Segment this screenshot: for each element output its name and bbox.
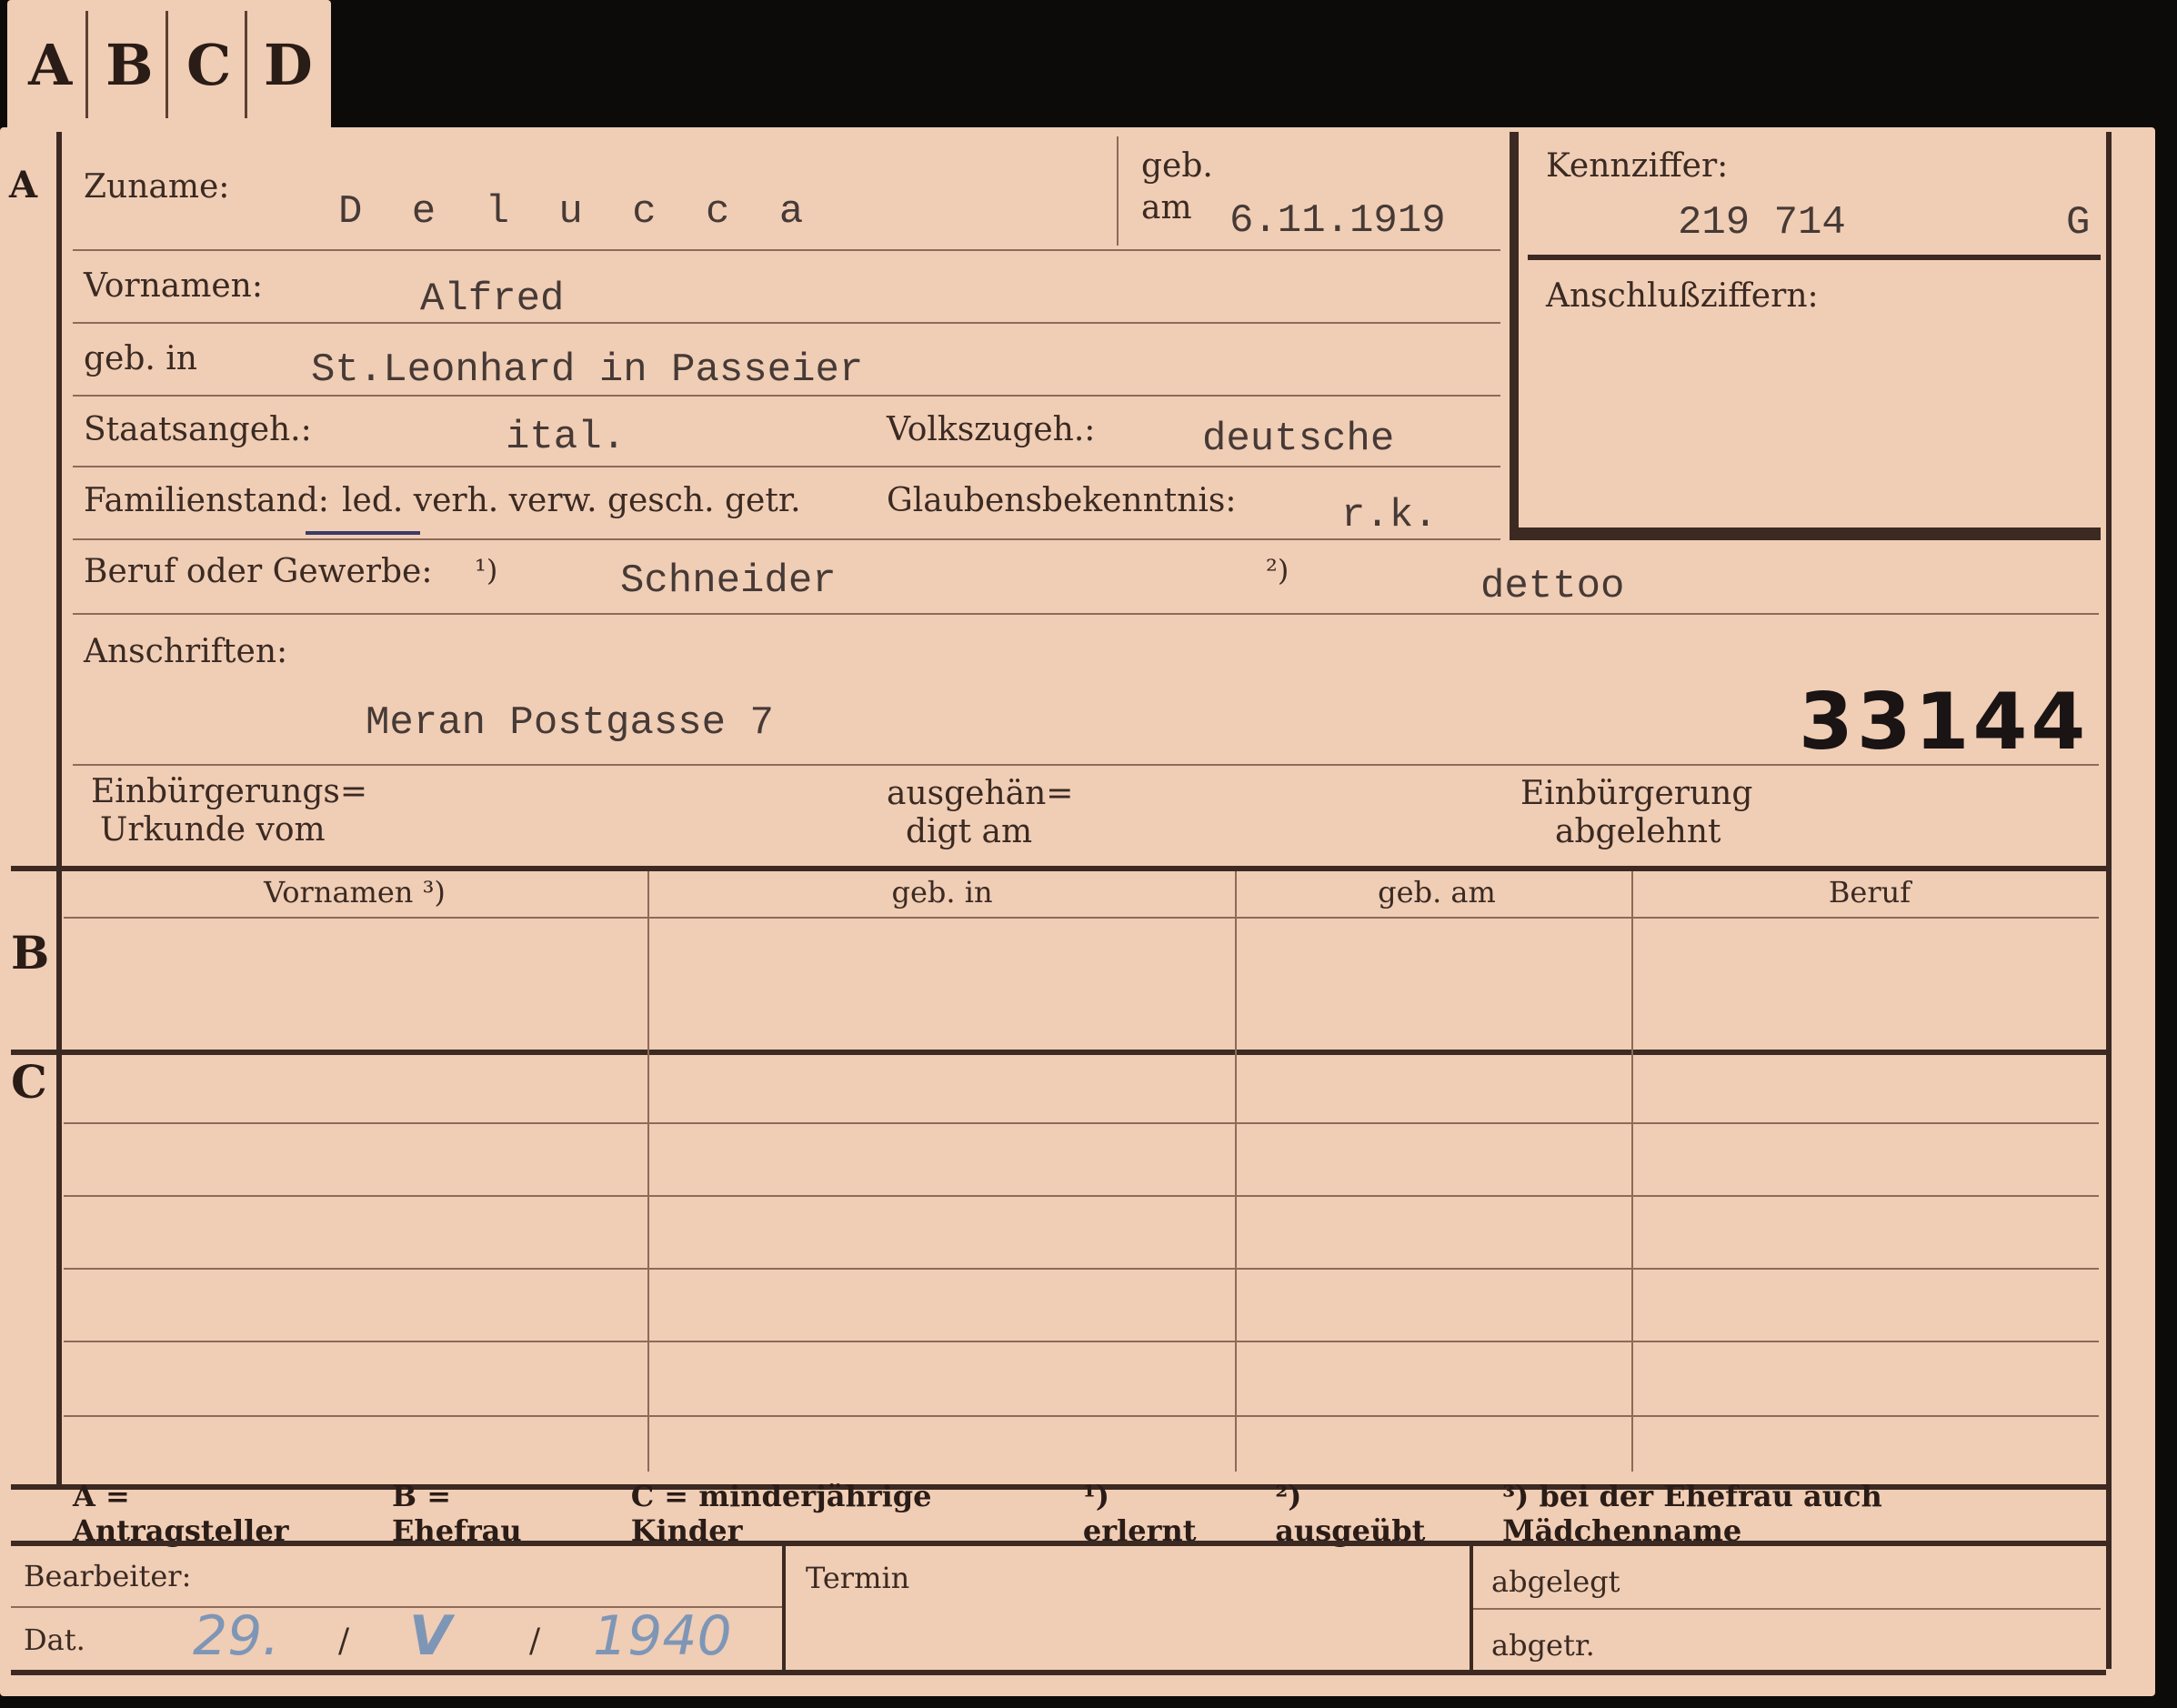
footer-bottom-rule (11, 1670, 2106, 1675)
vornamen-label: Vornamen: (84, 267, 263, 305)
legend-a: A = Antragsteller (73, 1479, 289, 1548)
glauben-label: Glaubensbekenntnis: (887, 482, 1237, 519)
bearbeiter-label: Bearbeiter: (24, 1559, 192, 1593)
c-row-3 (64, 1268, 2099, 1270)
beruf-note-1: ¹) (475, 553, 498, 588)
c-row-1 (64, 1122, 2099, 1124)
tab-a: A (15, 11, 89, 118)
section-c-marker: C (11, 1055, 47, 1109)
zuname-underline (73, 249, 1500, 251)
vornamen-underline (73, 322, 1500, 324)
anschrift-value: Meran Postgasse 7 (366, 700, 774, 746)
tab-c: C (174, 11, 247, 118)
beruf-note-2: ²) (1266, 553, 1289, 588)
abgetr-label: abgetr. (1491, 1628, 1595, 1663)
anschluss-label: Anschlußziffern: (1546, 277, 1819, 315)
einb-abgelehnt-label-1: Einbürgerung (1520, 775, 1753, 812)
col-divider-3 (1631, 871, 1633, 1472)
einb-abgelehnt-label-2: abgelehnt (1555, 813, 1721, 850)
dat-month: V (409, 1604, 452, 1668)
dat-year: 1940 (593, 1604, 732, 1668)
familienstand-mark (306, 531, 420, 535)
tab-b: B (94, 11, 168, 118)
ausgehaendigt-label-2: digt am (906, 813, 1033, 850)
einb-urkunde-label-2: Urkunde vom (100, 811, 326, 849)
tab-d: D (263, 31, 313, 98)
legend-c: C = minderjährige Kinder (630, 1479, 932, 1548)
volkszugeh-value: deutsche (1202, 417, 1395, 462)
beruf-underline (73, 613, 2099, 615)
index-tabs: A B C D (7, 0, 331, 127)
section-b-marker: B (11, 926, 50, 980)
legend-note-3: ³) bei der Ehefrau auch Mädchenname (1502, 1479, 1882, 1548)
glauben-value: r.k. (1341, 493, 1438, 538)
section-b-header-rule (64, 917, 2099, 919)
legend: A = Antragsteller B = Ehefrau C = minder… (11, 1479, 2102, 1548)
col-geb-am-header: geb. am (1378, 875, 1496, 909)
einb-urkunde-label-1: Einbürgerungs= (91, 773, 368, 810)
c-row-4 (64, 1341, 2099, 1342)
kennziffer-box (1510, 132, 2101, 537)
col-vornamen-header: Vornamen ³) (264, 875, 446, 909)
c-row-2 (64, 1195, 2099, 1197)
beruf-label: Beruf oder Gewerbe: (84, 553, 433, 590)
legend-bottom-rule (11, 1541, 2106, 1546)
footer-divider-1 (782, 1546, 786, 1670)
col-divider-1 (647, 871, 649, 1472)
geb-label: geb. (1141, 147, 1213, 185)
kennziffer-bottom-rule (1510, 531, 2101, 540)
termin-label: Termin (806, 1561, 910, 1595)
anschrift-underline (73, 764, 2099, 766)
dat-sep-2: / (529, 1623, 541, 1660)
col-geb-in-header: geb. in (891, 875, 993, 909)
anschriften-label: Anschriften: (84, 633, 288, 670)
dat-label: Dat. (24, 1623, 85, 1657)
abgelegt-underline (1473, 1608, 2101, 1610)
section-c-top-rule (11, 1050, 2106, 1055)
staatsangeh-underline (73, 466, 1500, 467)
am-label: am (1141, 189, 1192, 226)
beruf-value-2: dettoo (1480, 564, 1625, 609)
section-a-marker: A (9, 164, 38, 206)
staatsangeh-label: Staatsangeh.: (84, 411, 312, 448)
beruf-value-1: Schneider (620, 558, 837, 604)
abgelegt-label: abgelegt (1491, 1564, 1620, 1599)
familienstand-options: led. verh. verw. gesch. getr. (342, 482, 801, 519)
stamp-number: 33144 (1799, 677, 2090, 768)
legend-note-2: ²) ausgeübt (1275, 1479, 1426, 1548)
geb-in-value: St.Leonhard in Passeier (311, 347, 864, 393)
right-margin-rule (2106, 132, 2112, 1669)
geb-am-value: 6.11.1919 (1229, 198, 1446, 244)
c-row-5 (64, 1415, 2099, 1417)
zuname-value: D e l u c c a (338, 189, 817, 235)
col-beruf-header: Beruf (1828, 875, 1911, 909)
familienstand-underline (73, 538, 1500, 540)
legend-note-1: ¹) erlernt (1082, 1479, 1197, 1548)
familienstand-label: Familienstand: (84, 482, 329, 519)
kennziffer-suffix: G (2066, 200, 2091, 246)
geb-in-underline (73, 395, 1500, 397)
legend-b: B = Ehefrau (392, 1479, 522, 1548)
kennziffer-label: Kennziffer: (1546, 147, 1729, 185)
geb-in-label: geb. in (84, 340, 197, 377)
volkszugeh-label: Volkszugeh.: (887, 411, 1096, 448)
kennziffer-value: 219 714 (1678, 200, 1846, 246)
section-b-top-rule (11, 866, 2106, 871)
dat-sep-1: / (338, 1623, 350, 1660)
dat-day: 29. (193, 1604, 280, 1668)
kennziffer-rule (1528, 255, 2101, 260)
vornamen-value: Alfred (420, 276, 565, 322)
col-divider-2 (1235, 871, 1237, 1472)
left-margin-rule (56, 132, 62, 1487)
geb-divider (1117, 136, 1119, 246)
staatsangeh-value: ital. (506, 415, 627, 460)
ausgehaendigt-label-1: ausgehän= (887, 775, 1074, 812)
zuname-label: Zuname: (84, 168, 230, 206)
